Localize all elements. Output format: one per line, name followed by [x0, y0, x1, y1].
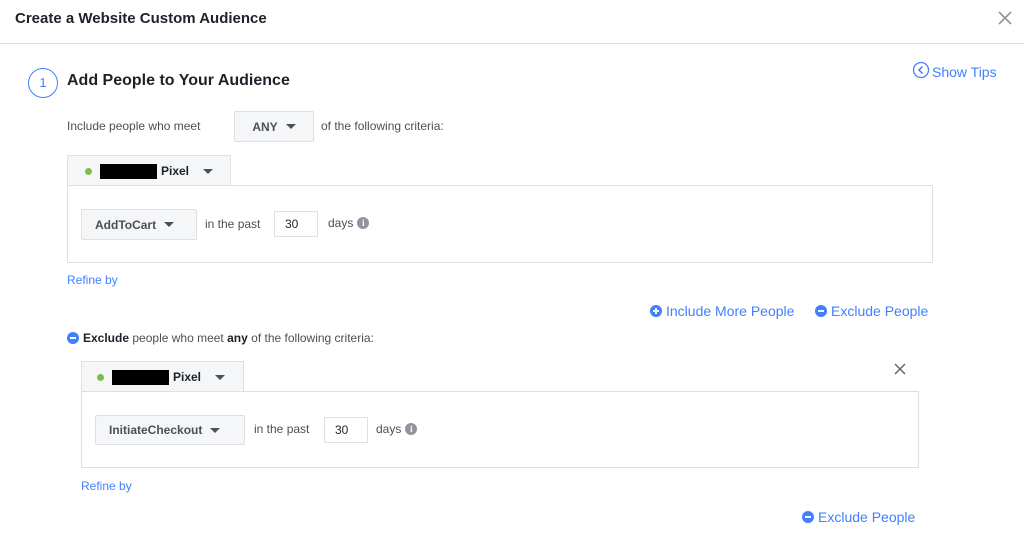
- minus-circle-icon[interactable]: [67, 332, 79, 344]
- pixel-label: Pixel: [173, 370, 202, 384]
- pixel-status-dot: [97, 373, 104, 381]
- exclude-event-value: InitiateCheckout: [109, 423, 203, 437]
- exclude-days-text: days: [376, 422, 402, 436]
- caret-down-icon: [285, 124, 296, 129]
- exclude-people-button-top[interactable]: Exclude People: [815, 303, 928, 319]
- exclude-people-label-bottom: Exclude People: [818, 509, 916, 525]
- exclude-mid-text: people who meet: [132, 331, 224, 345]
- caret-down-icon: [203, 168, 214, 174]
- include-match-value: ANY: [252, 119, 278, 134]
- exclude-criteria-line: Exclude people who meet any of the follo…: [67, 331, 374, 345]
- chevron-left-circle-icon: [912, 61, 930, 82]
- info-icon[interactable]: i: [357, 217, 370, 229]
- include-days-label-group: days i: [328, 216, 370, 230]
- step-number-badge: 1: [28, 68, 58, 98]
- dialog-title: Create a Website Custom Audience: [15, 10, 267, 27]
- minus-circle-icon: [802, 511, 814, 523]
- include-prefix-text: Include people who meet: [67, 119, 201, 133]
- exclude-event-dropdown[interactable]: InitiateCheckout: [95, 415, 245, 445]
- info-icon[interactable]: i: [405, 423, 418, 435]
- include-event-value: AddToCart: [95, 217, 157, 232]
- include-event-dropdown[interactable]: AddToCart: [81, 209, 197, 240]
- plus-circle-icon: [650, 305, 662, 317]
- show-tips-button[interactable]: Show Tips: [912, 61, 997, 82]
- exclude-people-button-bottom[interactable]: Exclude People: [802, 509, 915, 525]
- exclude-suffix-text: of the following criteria:: [251, 331, 374, 345]
- include-in-the-past-text: in the past: [205, 217, 261, 231]
- exclude-prefix-bold: Exclude: [83, 331, 130, 345]
- include-more-people-button[interactable]: Include More People: [650, 303, 794, 319]
- pixel-name-redacted: [112, 369, 169, 385]
- include-suffix-text: of the following criteria:: [321, 119, 444, 133]
- include-pixel-selector[interactable]: Pixel: [67, 155, 231, 186]
- pixel-status-dot: [85, 167, 92, 175]
- step-title: Add People to Your Audience: [67, 72, 290, 89]
- caret-down-icon: [210, 427, 221, 433]
- exclude-days-label-group: days i: [376, 422, 418, 436]
- include-days-input[interactable]: 30: [274, 211, 318, 237]
- exclude-refine-by-link[interactable]: Refine by: [81, 479, 132, 493]
- pixel-name-redacted: [100, 163, 157, 179]
- caret-down-icon: [164, 222, 175, 227]
- exclude-match-bold: any: [227, 331, 248, 345]
- exclude-days-input[interactable]: 30: [324, 417, 368, 443]
- remove-exclusion-close-icon[interactable]: [893, 362, 907, 376]
- include-more-people-label: Include More People: [666, 303, 795, 319]
- pixel-label: Pixel: [161, 164, 190, 178]
- include-days-text: days: [328, 216, 354, 230]
- exclude-in-the-past-text: in the past: [254, 422, 310, 436]
- dialog-header: Create a Website Custom Audience: [0, 0, 1024, 44]
- include-match-dropdown[interactable]: ANY: [234, 111, 314, 142]
- exclude-pixel-selector[interactable]: Pixel: [81, 361, 244, 392]
- close-icon[interactable]: [996, 9, 1014, 27]
- include-refine-by-link[interactable]: Refine by: [67, 273, 118, 287]
- show-tips-label: Show Tips: [932, 63, 997, 80]
- exclude-people-label-top: Exclude People: [831, 303, 929, 319]
- caret-down-icon: [215, 374, 226, 380]
- minus-circle-icon: [815, 305, 827, 317]
